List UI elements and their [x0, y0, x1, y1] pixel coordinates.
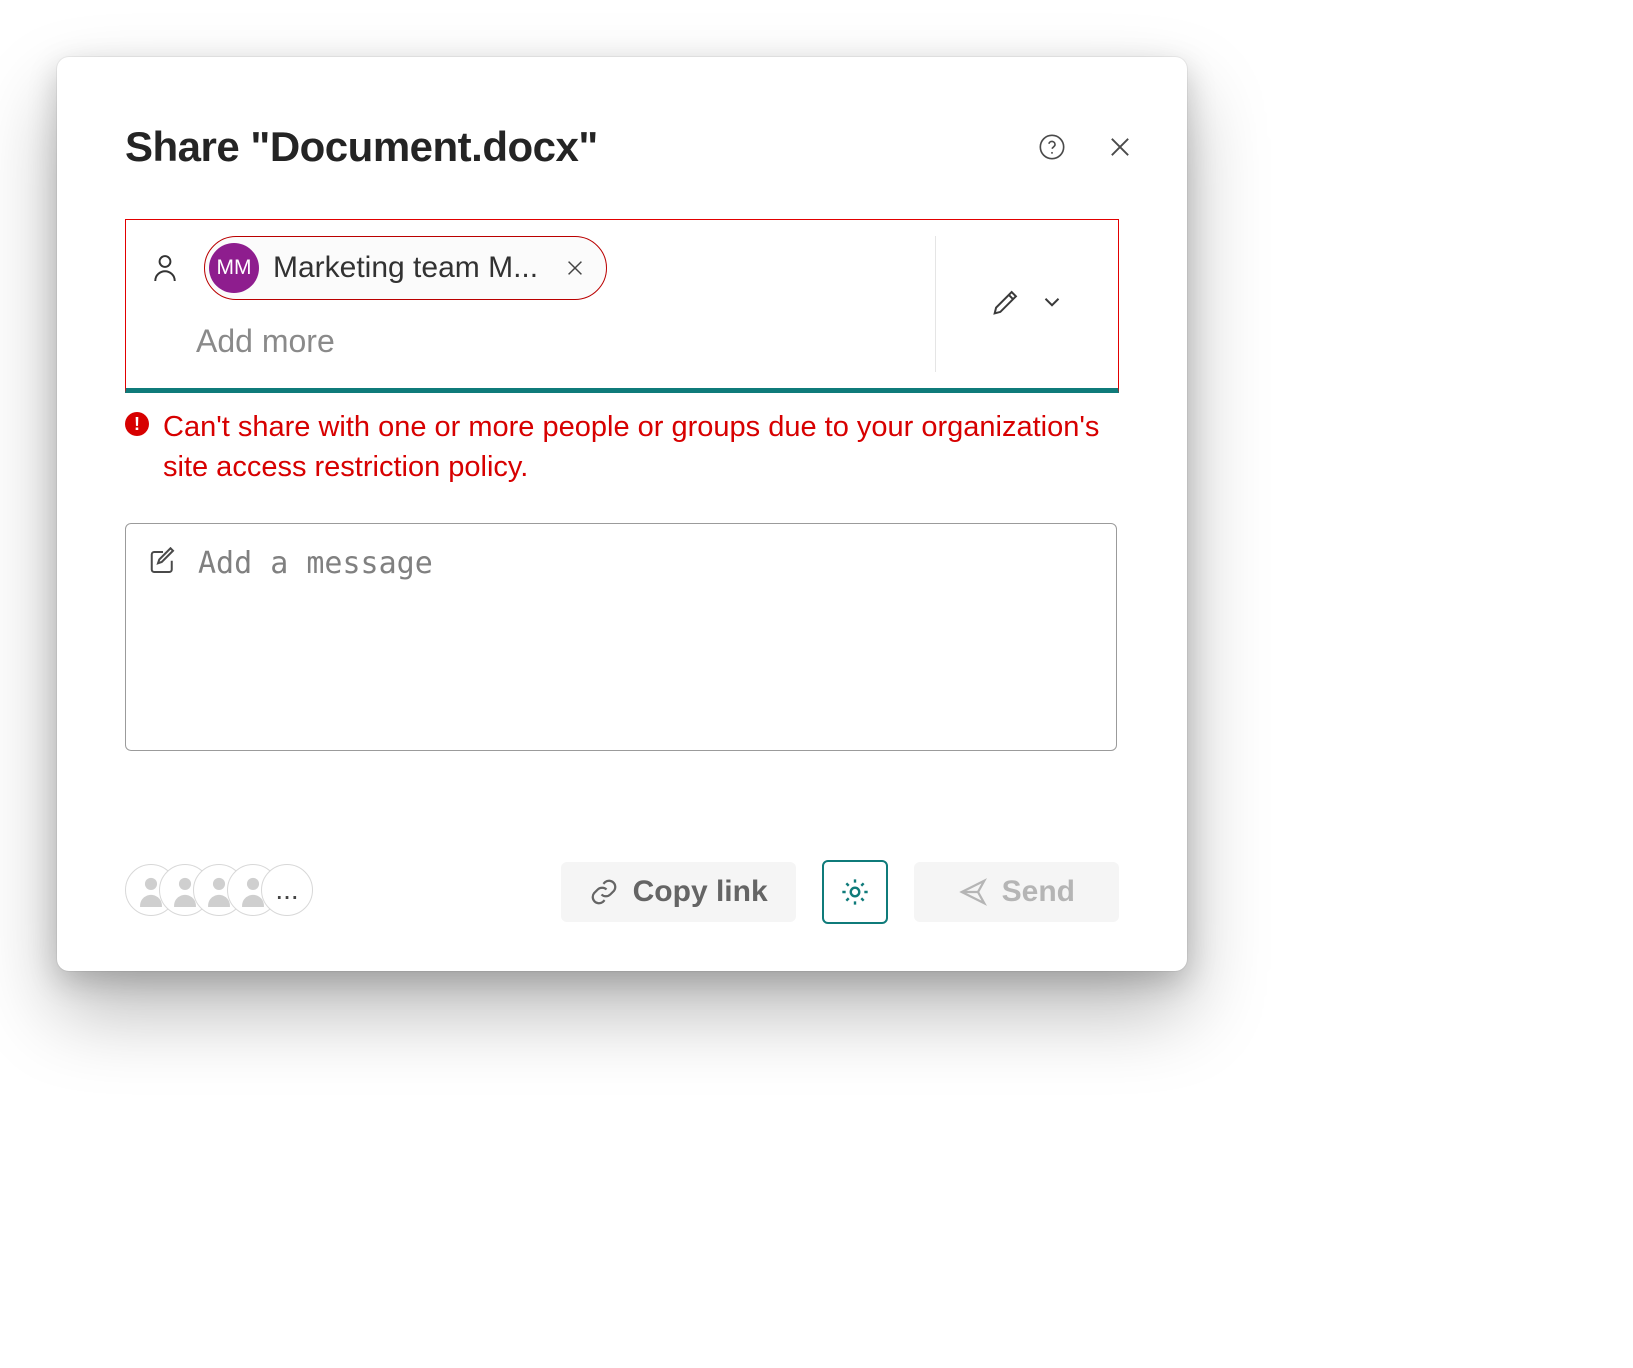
send-icon: [958, 877, 988, 907]
recipient-chip[interactable]: MM Marketing team M...: [204, 236, 607, 300]
recipient-chip-label: Marketing team M...: [273, 251, 538, 285]
add-recipient-input[interactable]: [194, 322, 698, 361]
remove-icon: [564, 257, 586, 279]
footer-actions: Copy link Send: [561, 860, 1119, 924]
more-label: ...: [275, 881, 298, 899]
error-message: ! Can't share with one or more people or…: [125, 407, 1117, 487]
person-icon: [144, 252, 186, 284]
dialog-footer: ... Copy link: [125, 853, 1119, 931]
recipient-chip-remove[interactable]: [562, 255, 588, 281]
link-settings-button[interactable]: [822, 860, 888, 924]
more-avatars-button[interactable]: ...: [261, 864, 313, 916]
dialog-title: Share "Document.docx": [125, 123, 598, 171]
share-dialog: Share "Document.docx": [57, 57, 1187, 971]
message-field[interactable]: [125, 523, 1117, 751]
error-icon: !: [125, 412, 149, 436]
copy-link-button[interactable]: Copy link: [561, 862, 796, 922]
compose-icon: [148, 547, 178, 730]
close-button[interactable]: [1103, 130, 1137, 164]
header-actions: [1035, 130, 1137, 164]
dialog-header: Share "Document.docx": [125, 117, 1137, 177]
chevron-down-icon: [1039, 289, 1065, 320]
permission-selector[interactable]: [935, 236, 1118, 372]
recipients-field[interactable]: MM Marketing team M...: [125, 219, 1119, 393]
recipients-main: MM Marketing team M...: [126, 220, 935, 388]
help-icon: [1038, 133, 1066, 161]
shared-with-avatars[interactable]: ...: [125, 864, 325, 920]
send-button[interactable]: Send: [914, 862, 1119, 922]
copy-link-label: Copy link: [633, 875, 768, 909]
link-icon: [589, 877, 619, 907]
pencil-icon: [989, 285, 1023, 324]
recipient-avatar: MM: [209, 243, 259, 293]
gear-icon: [839, 876, 871, 908]
send-label: Send: [1002, 875, 1075, 909]
help-button[interactable]: [1035, 130, 1069, 164]
recipient-row: MM Marketing team M...: [144, 236, 925, 300]
message-input[interactable]: [196, 544, 1094, 730]
error-text: Can't share with one or more people or g…: [163, 407, 1117, 487]
close-icon: [1106, 133, 1134, 161]
